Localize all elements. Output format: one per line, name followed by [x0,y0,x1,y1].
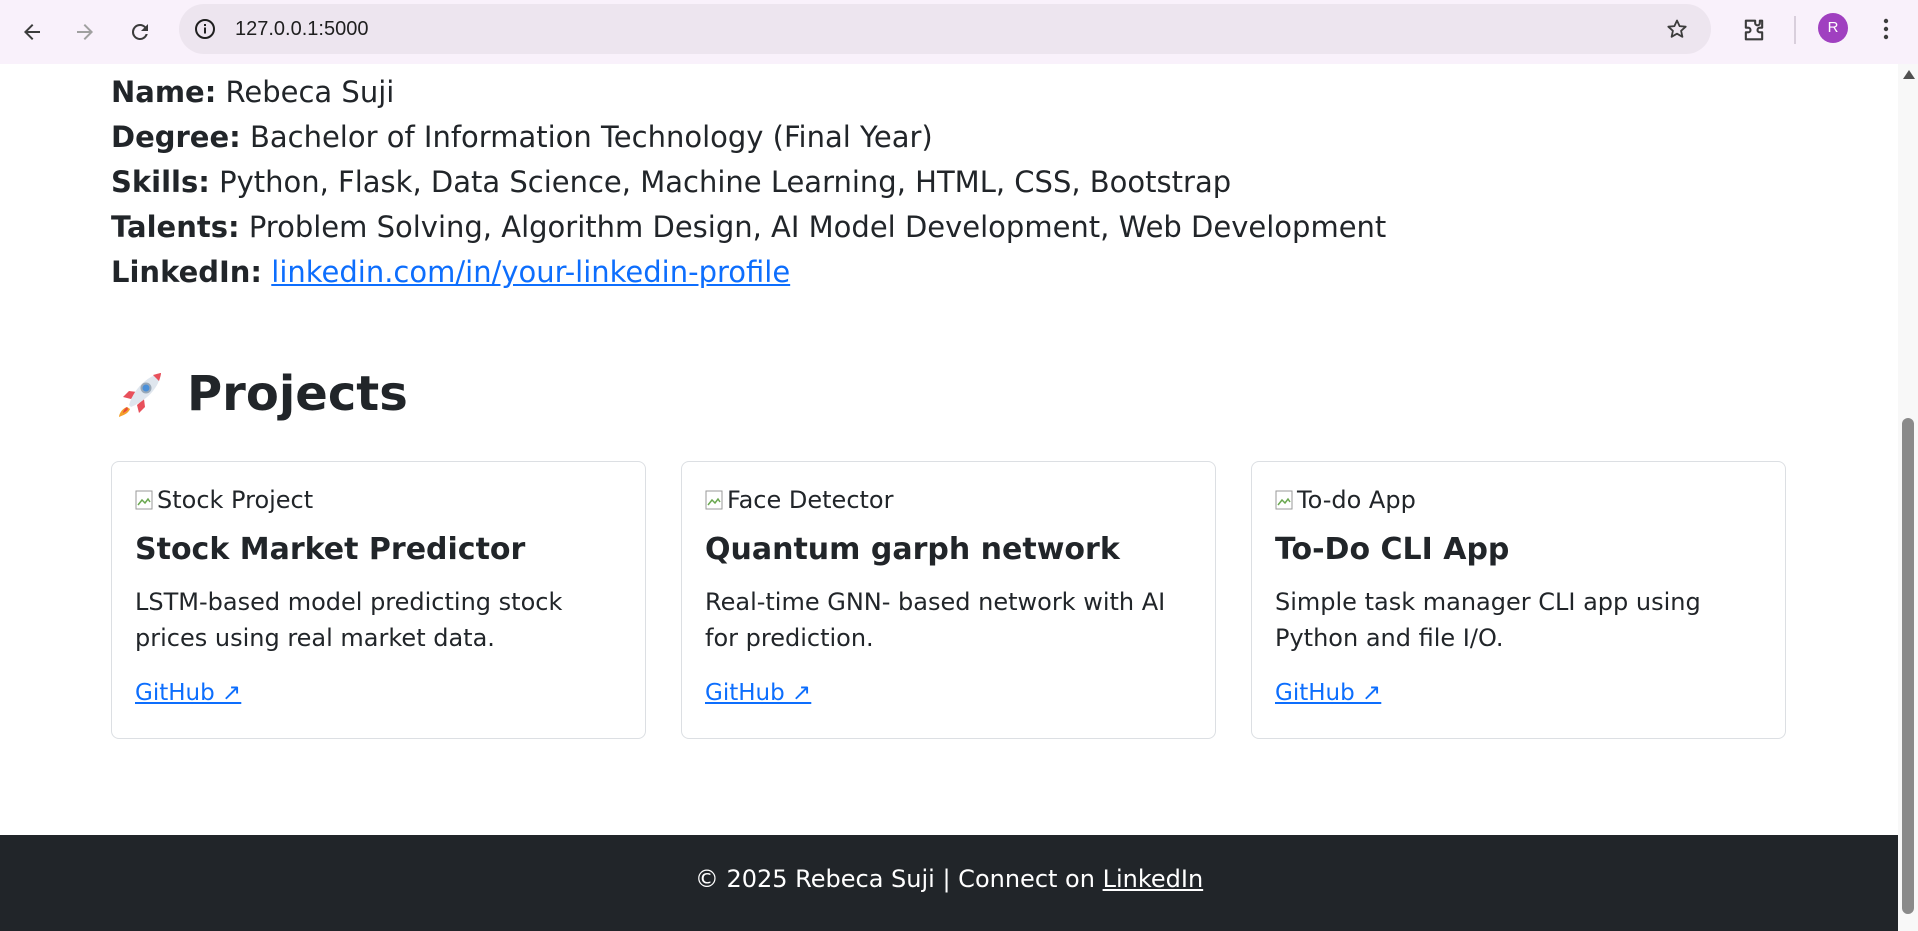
browser-toolbar: 127.0.0.1:5000 R [0,0,1918,64]
skills-row: Skills: Python, Flask, Data Science, Mac… [111,160,1386,205]
footer-linkedin-link[interactable]: LinkedIn [1103,865,1204,893]
project-image-alt: Stock Project [157,486,314,514]
site-info-icon[interactable] [193,17,217,41]
degree-value: Bachelor of Information Technology (Fina… [249,120,933,154]
profile-avatar[interactable]: R [1818,13,1848,43]
about-section: Name: Rebeca Suji Degree: Bachelor of In… [111,70,1386,295]
address-bar[interactable]: 127.0.0.1:5000 [179,4,1711,54]
project-image: To-do App [1275,486,1416,514]
project-image: Face Detector [705,486,893,514]
talents-value: Problem Solving, Algorithm Design, AI Mo… [248,210,1387,244]
back-button[interactable] [12,12,52,52]
github-link[interactable]: GitHub ↗ [135,680,241,706]
back-arrow-icon [24,24,40,40]
project-description: LSTM-based model predicting stock prices… [135,588,563,652]
project-description: Real-time GNN- based network with AI for… [705,588,1166,652]
project-image-alt: To-do App [1297,486,1416,514]
name-row: Name: Rebeca Suji [111,70,1386,115]
github-link[interactable]: GitHub ↗ [705,680,811,706]
skills-value: Python, Flask, Data Science, Machine Lea… [219,165,1232,199]
rocket-icon [119,373,161,417]
broken-image-icon [135,490,153,510]
broken-image-icon [705,490,723,510]
projects-heading: Projects [113,366,408,422]
reload-button[interactable] [120,12,160,52]
name-label: Name: [111,75,217,109]
name-value: Rebeca Suji [225,75,395,109]
forward-button[interactable] [65,12,105,52]
page-viewport: Name: Rebeca Suji Degree: Bachelor of In… [0,64,1898,931]
project-card: Stock Project Stock Market Predictor LST… [111,461,646,739]
vertical-scrollbar[interactable] [1898,64,1918,931]
broken-image-icon [1275,490,1293,510]
linkedin-link[interactable]: linkedin.com/in/your-linkedin-profile [271,255,790,289]
extensions-icon[interactable] [1740,16,1768,44]
forward-arrow-icon [77,24,93,40]
project-title: Quantum garph network [705,532,1120,567]
linkedin-row: LinkedIn: linkedin.com/in/your-linkedin-… [111,250,1386,295]
talents-label: Talents: [111,210,240,244]
scrollbar-thumb[interactable] [1902,418,1914,914]
footer-text: © 2025 Rebeca Suji | Connect on [694,865,1103,893]
skills-label: Skills: [111,165,210,199]
degree-row: Degree: Bachelor of Information Technolo… [111,115,1386,160]
projects-title-text: Projects [187,366,408,422]
talents-row: Talents: Problem Solving, Algorithm Desi… [111,205,1386,250]
linkedin-label: LinkedIn: [111,255,263,289]
bookmark-star-icon[interactable] [1665,17,1689,41]
project-card: To-do App To-Do CLI App Simple task mana… [1251,461,1786,739]
page-footer: © 2025 Rebeca Suji | Connect on LinkedIn [0,835,1898,931]
reload-icon [131,23,148,40]
project-card: Face Detector Quantum garph network Real… [681,461,1216,739]
url-text[interactable]: 127.0.0.1:5000 [235,4,368,54]
project-image: Stock Project [135,486,313,514]
more-menu-icon[interactable] [1874,14,1898,44]
project-title: Stock Market Predictor [135,532,526,567]
toolbar-divider [1794,16,1796,44]
degree-label: Degree: [111,120,241,154]
project-image-alt: Face Detector [727,486,894,514]
scroll-up-arrow-icon[interactable] [1903,70,1915,79]
project-title: To-Do CLI App [1275,532,1510,567]
github-link[interactable]: GitHub ↗ [1275,680,1381,706]
project-description: Simple task manager CLI app using Python… [1275,588,1701,652]
